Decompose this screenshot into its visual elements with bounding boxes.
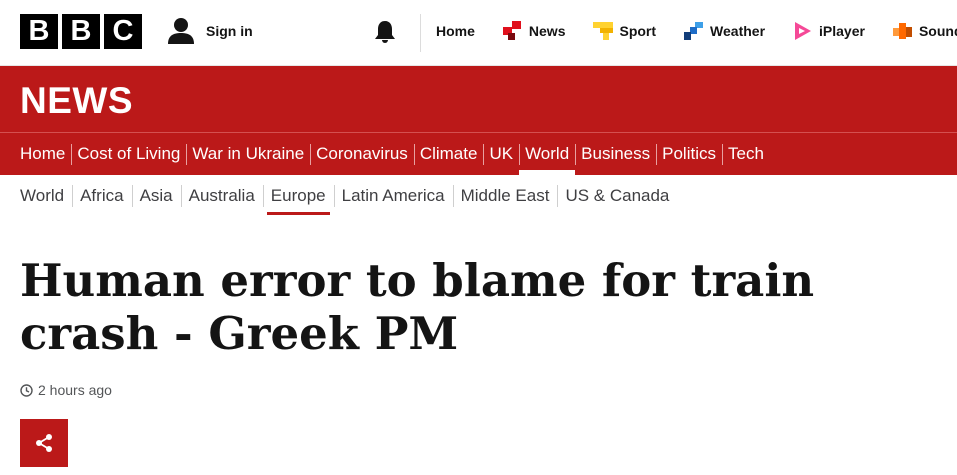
- sport-icon: [593, 22, 614, 40]
- main-nav-coronavirus[interactable]: Coronavirus: [310, 133, 414, 175]
- main-nav-world[interactable]: World: [519, 133, 576, 175]
- weather-icon: [684, 22, 704, 40]
- top-nav-sport[interactable]: Sport: [593, 21, 656, 41]
- sign-in-label: Sign in: [206, 23, 253, 39]
- top-nav-news[interactable]: News: [502, 21, 566, 41]
- top-nav-sounds-label: Sounds: [918, 23, 957, 39]
- logo-letter-c: C: [104, 14, 142, 49]
- timestamp-label: 2 hours ago: [38, 382, 112, 398]
- article-headline: Human error to blame for train crash - G…: [20, 254, 815, 360]
- sub-nav-africa[interactable]: Africa: [72, 176, 131, 216]
- main-nav-business[interactable]: Business: [575, 133, 656, 175]
- news-icon: [502, 21, 521, 40]
- sub-nav-world[interactable]: World: [20, 176, 72, 216]
- header-divider: [420, 14, 421, 52]
- main-nav-climate[interactable]: Climate: [413, 133, 484, 175]
- top-nav-sport-label: Sport: [619, 23, 657, 39]
- share-button[interactable]: [20, 419, 68, 467]
- article-timestamp: 2 hours ago: [20, 382, 112, 398]
- sub-nav-asia[interactable]: Asia: [131, 176, 181, 216]
- main-nav-tech[interactable]: Tech: [722, 133, 770, 175]
- sounds-icon: [892, 23, 912, 39]
- top-nav-home[interactable]: Home: [436, 23, 475, 39]
- bbc-logo[interactable]: B B C: [20, 14, 142, 49]
- main-nav-war-in-ukraine[interactable]: War in Ukraine: [186, 133, 310, 175]
- top-bar: B B C Sign in Home News Sport Weather iP…: [0, 0, 957, 66]
- top-nav: Home News Sport Weather iPlayer Soun: [436, 0, 957, 62]
- sub-nav-middle-east[interactable]: Middle East: [452, 176, 558, 216]
- sub-nav: World Africa Asia Australia Europe Latin…: [20, 176, 677, 216]
- logo-letter-b2: B: [62, 14, 100, 49]
- sub-nav-us-canada[interactable]: US & Canada: [557, 176, 677, 216]
- clock-icon: [20, 383, 33, 397]
- bell-icon[interactable]: [372, 19, 398, 45]
- sub-nav-europe[interactable]: Europe: [262, 176, 334, 216]
- iplayer-icon: [795, 22, 812, 40]
- main-nav-cost-of-living[interactable]: Cost of Living: [71, 133, 186, 175]
- logo-letter-b1: B: [20, 14, 58, 49]
- top-nav-iplayer[interactable]: iPlayer: [793, 21, 865, 41]
- news-title[interactable]: NEWS: [20, 80, 133, 122]
- main-nav: Home Cost of Living War in Ukraine Coron…: [0, 133, 770, 175]
- top-nav-sounds[interactable]: Sounds: [892, 21, 957, 41]
- top-nav-news-label: News: [528, 23, 566, 39]
- main-nav-home[interactable]: Home: [20, 133, 71, 175]
- main-nav-uk[interactable]: UK: [483, 133, 519, 175]
- top-nav-weather-label: Weather: [710, 23, 766, 39]
- sub-nav-latin-america[interactable]: Latin America: [333, 176, 453, 216]
- top-nav-weather[interactable]: Weather: [684, 21, 765, 41]
- user-icon: [168, 18, 194, 44]
- top-nav-iplayer-label: iPlayer: [819, 23, 865, 39]
- top-nav-home-label: Home: [436, 23, 475, 39]
- sign-in-link[interactable]: Sign in: [166, 14, 253, 48]
- sub-nav-australia[interactable]: Australia: [180, 176, 263, 216]
- main-nav-politics[interactable]: Politics: [656, 133, 722, 175]
- share-icon: [36, 434, 52, 452]
